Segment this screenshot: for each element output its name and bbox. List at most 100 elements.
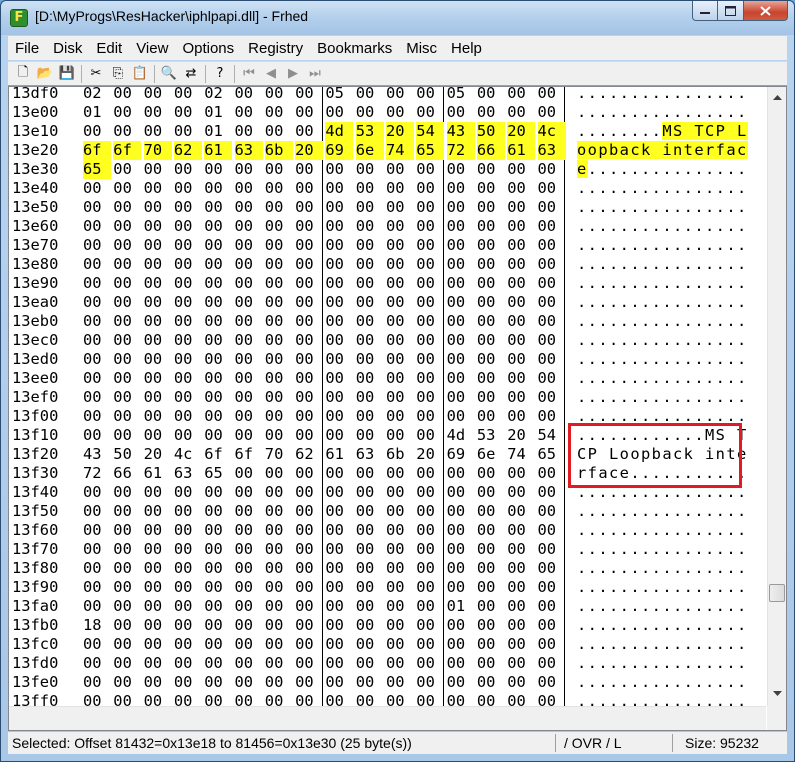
hex-byte[interactable]: 63 [234, 141, 263, 160]
hex-byte[interactable]: 00 [83, 673, 109, 692]
hex-byte[interactable]: 00 [538, 198, 564, 217]
hex-byte[interactable]: 00 [113, 635, 139, 654]
hex-byte[interactable]: 00 [507, 274, 533, 293]
hex-byte[interactable]: 00 [356, 103, 382, 122]
hex-byte[interactable]: 00 [265, 692, 291, 707]
hex-byte[interactable]: 00 [113, 616, 139, 635]
hex-byte[interactable]: 05 [447, 87, 473, 103]
hex-byte[interactable]: 00 [235, 502, 261, 521]
hex-byte[interactable]: 00 [113, 103, 139, 122]
hex-byte[interactable]: 00 [265, 312, 291, 331]
hex-byte[interactable]: 00 [204, 388, 230, 407]
hex-byte[interactable]: 00 [356, 388, 382, 407]
hex-byte[interactable]: 00 [386, 103, 412, 122]
hex-byte[interactable]: 00 [477, 160, 503, 179]
hex-byte[interactable]: 00 [416, 274, 442, 293]
hex-row[interactable]: 13e30 65 00 00 00 00 00 00 00 00 00 00 00 00 00 00 00 e..… [12, 160, 762, 179]
ascii-text[interactable]: ................ [577, 673, 748, 692]
hex-byte[interactable]: 00 [235, 312, 261, 331]
hex-byte[interactable]: 00 [113, 236, 139, 255]
hex-byte[interactable]: 00 [325, 236, 351, 255]
hex-byte[interactable]: 00 [477, 388, 503, 407]
hex-byte[interactable]: 00 [447, 369, 473, 388]
hex-byte[interactable]: 00 [447, 673, 473, 692]
hex-byte[interactable]: 00 [295, 426, 321, 445]
hex-byte[interactable]: 00 [325, 502, 351, 521]
hex-byte[interactable]: 00 [265, 616, 291, 635]
hex-byte[interactable]: 20 [386, 122, 414, 141]
hex-byte[interactable]: 00 [507, 559, 533, 578]
hex-byte[interactable]: 00 [174, 255, 200, 274]
horizontal-scrollbar[interactable] [9, 706, 766, 730]
ascii-text[interactable]: ................ [577, 369, 748, 388]
hex-byte[interactable]: 00 [204, 578, 230, 597]
hex-byte[interactable]: 00 [265, 160, 291, 179]
hex-byte[interactable]: 65 [204, 464, 230, 483]
hex-byte[interactable]: 00 [507, 616, 533, 635]
hex-byte[interactable]: 00 [174, 407, 200, 426]
hex-byte[interactable]: 00 [538, 407, 564, 426]
hex-byte[interactable]: 00 [507, 483, 533, 502]
hex-byte[interactable]: 00 [386, 502, 412, 521]
hex-byte[interactable]: 00 [235, 103, 261, 122]
hex-byte[interactable]: 00 [416, 521, 442, 540]
hex-byte[interactable]: 00 [265, 483, 291, 502]
menu-help[interactable]: Help [444, 40, 489, 57]
hex-byte[interactable]: 00 [144, 236, 170, 255]
hex-byte[interactable]: 00 [265, 654, 291, 673]
hex-row[interactable]: 13fa0 00 00 00 00 00 00 00 00 00 00 00 00 01 00 00 00...… [12, 597, 762, 616]
hex-byte[interactable]: 18 [83, 616, 109, 635]
hex-byte[interactable]: 00 [416, 483, 442, 502]
hex-row[interactable]: 13ec0 00 00 00 00 00 00 00 00 00 00 00 00 00 00 00 00...… [12, 331, 762, 350]
hex-row[interactable]: 13e90 00 00 00 00 00 00 00 00 00 00 00 00 00 00 00 00...… [12, 274, 762, 293]
hex-byte[interactable]: 00 [265, 179, 291, 198]
hex-byte[interactable]: 00 [144, 255, 170, 274]
hex-byte[interactable]: 00 [204, 179, 230, 198]
close-button[interactable] [744, 1, 788, 21]
hex-byte[interactable]: 00 [265, 293, 291, 312]
hex-byte[interactable]: 00 [113, 198, 139, 217]
hex-byte[interactable]: 63 [537, 141, 566, 160]
ascii-text[interactable]: ................ [577, 521, 748, 540]
hex-byte[interactable]: 00 [477, 483, 503, 502]
hex-byte[interactable]: 00 [416, 198, 442, 217]
hex-byte[interactable]: 00 [386, 597, 412, 616]
hex-byte[interactable]: 00 [83, 654, 109, 673]
hex-byte[interactable]: 61 [325, 445, 351, 464]
hex-byte[interactable]: 00 [174, 350, 200, 369]
hex-byte[interactable]: 00 [507, 635, 533, 654]
hex-byte[interactable]: 00 [507, 198, 533, 217]
hex-byte[interactable]: 00 [174, 122, 200, 141]
hex-byte[interactable]: 00 [386, 274, 412, 293]
hex-byte[interactable]: 00 [265, 540, 291, 559]
hex-byte[interactable]: 00 [447, 559, 473, 578]
hex-byte[interactable]: 00 [113, 692, 139, 707]
hex-byte[interactable]: 00 [83, 540, 109, 559]
ascii-text[interactable]: ................ [577, 597, 748, 616]
hex-byte[interactable]: 00 [204, 597, 230, 616]
hex-byte[interactable]: 00 [356, 692, 382, 707]
hex-row[interactable]: 13f50 00 00 00 00 00 00 00 00 00 00 00 00 00 00 00 00...… [12, 502, 762, 521]
hex-byte[interactable]: 00 [507, 103, 533, 122]
ascii-text[interactable]: ................ [577, 692, 748, 707]
hex-byte[interactable]: 00 [416, 502, 442, 521]
hex-byte[interactable]: 00 [356, 635, 382, 654]
hex-byte[interactable]: 00 [325, 217, 351, 236]
hex-byte[interactable]: 00 [295, 597, 321, 616]
hex-byte[interactable]: 00 [356, 654, 382, 673]
hex-byte[interactable]: 00 [265, 255, 291, 274]
hex-byte[interactable]: 00 [325, 331, 351, 350]
hex-byte[interactable]: 00 [295, 578, 321, 597]
ascii-text[interactable]: ................ [577, 540, 748, 559]
hex-byte[interactable]: 00 [235, 578, 261, 597]
hex-byte[interactable]: 00 [416, 236, 442, 255]
hex-byte[interactable]: 00 [265, 87, 291, 103]
ascii-text[interactable]: ................ [577, 578, 748, 597]
hex-byte[interactable]: 00 [83, 293, 109, 312]
hex-byte[interactable]: 00 [144, 179, 170, 198]
hex-byte[interactable]: 00 [204, 255, 230, 274]
hex-byte[interactable]: 00 [325, 635, 351, 654]
hex-byte[interactable]: 00 [174, 198, 200, 217]
hex-dump[interactable]: 13df0 02 00 00 00 02 00 00 00 05 00 00 00 05 00 00 00...… [9, 87, 766, 707]
find-icon[interactable]: 🔍 [158, 63, 180, 85]
